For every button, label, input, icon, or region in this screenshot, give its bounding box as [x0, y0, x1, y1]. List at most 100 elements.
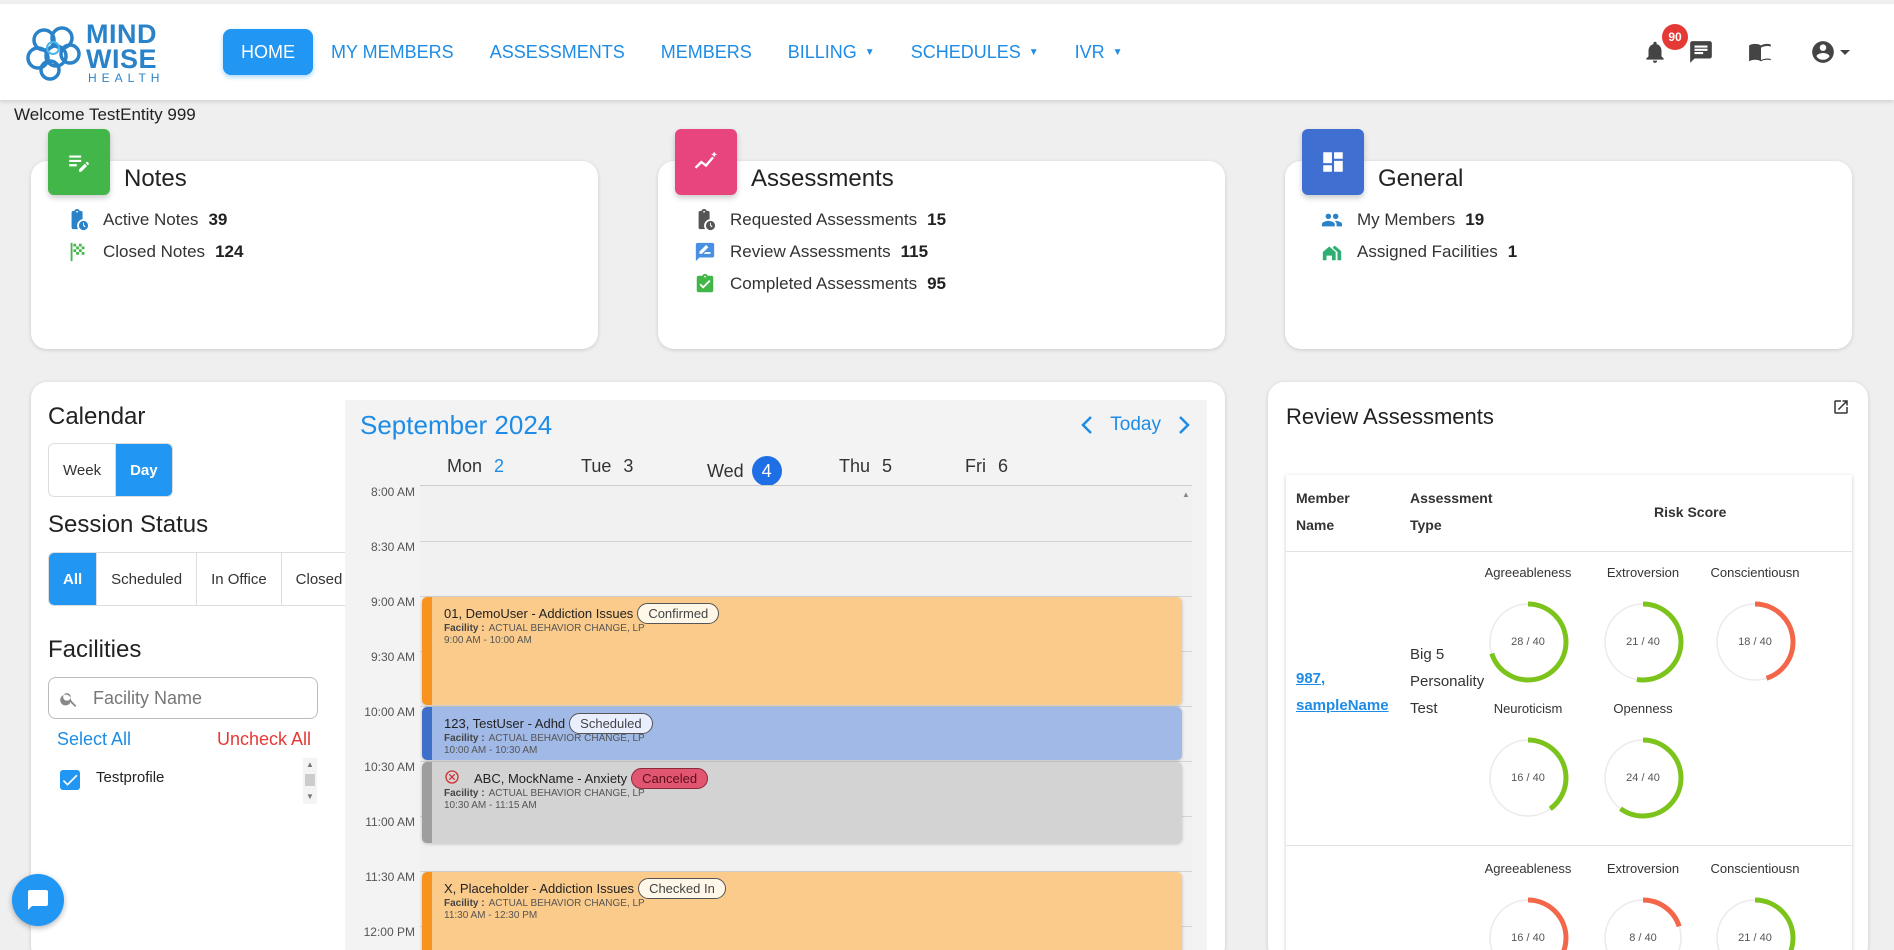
risk-score-gauge[interactable]: 21 / 40	[1598, 597, 1688, 687]
requested-assessments-row[interactable]: Requested Assessments 15	[694, 209, 946, 231]
scroll-thumb[interactable]	[305, 774, 315, 786]
nav-my-members[interactable]: MY MEMBERS	[313, 29, 472, 75]
risk-score-gauge[interactable]: 21 / 40	[1710, 893, 1800, 950]
logo-subtitle: HEALTH	[88, 71, 165, 85]
search-icon	[60, 693, 77, 707]
event-title-row: 123, TestUser - Adhd Scheduled	[444, 713, 653, 734]
completed-assessments-label: Completed Assessments	[730, 274, 918, 293]
facilities-title: Facilities	[48, 636, 142, 663]
view-day-button[interactable]: Day	[116, 444, 172, 496]
live-chat-button[interactable]	[12, 874, 64, 926]
book-guide-icon[interactable]	[1748, 39, 1774, 65]
trait-name: Agreeableness	[1484, 565, 1572, 580]
notes-card: Notes Active Notes 39 Closed Notes 124	[31, 129, 598, 349]
my-members-count: 19	[1465, 210, 1485, 229]
closed-notes-row[interactable]: Closed Notes 124	[67, 241, 243, 263]
risk-score-gauge[interactable]: 8 / 40	[1598, 893, 1688, 950]
calendar-event[interactable]: ABC, MockName - Anxiety Canceled Facility …	[422, 762, 1182, 843]
mindwise-logo[interactable]: MIND WISE HEALTH	[24, 20, 174, 85]
day-number: 6	[998, 456, 1009, 476]
status-all-button[interactable]: All	[49, 553, 98, 605]
event-status-chip: Checked In	[638, 878, 726, 899]
status-scheduled-button[interactable]: Scheduled	[97, 553, 198, 605]
uncheck-all-link[interactable]: Uncheck All	[217, 729, 311, 750]
col-member-name: Member Name	[1296, 490, 1350, 533]
my-members-label: My Members	[1357, 210, 1456, 229]
open-external-icon[interactable]	[1832, 398, 1850, 416]
chat-message-icon[interactable]	[1688, 39, 1714, 65]
calendar-event[interactable]: 123, TestUser - Adhd Scheduled Facility :A…	[422, 707, 1182, 760]
header-divider	[1286, 551, 1852, 552]
time-label: 8:30 AM	[370, 540, 415, 554]
facility-search-input[interactable]: Facility Name	[48, 677, 318, 719]
col-assessment-type: Assessment Type	[1410, 490, 1493, 533]
risk-score-gauge[interactable]: 28 / 40	[1483, 597, 1573, 687]
trait-name: Extroversion	[1606, 565, 1680, 580]
review-assessments-row[interactable]: Review Assessments 115	[694, 241, 928, 263]
view-week-button[interactable]: Week	[49, 444, 117, 496]
member-name-link[interactable]: 987, sampleName	[1296, 665, 1406, 719]
event-facility-label: Facility :	[444, 898, 485, 909]
facility-search-placeholder: Facility Name	[93, 687, 203, 708]
review-assessments-card: Review Assessments Member Name Assessmen…	[1268, 382, 1868, 950]
event-title: 123, TestUser - Adhd	[444, 716, 566, 731]
calendar-card: Calendar Week Day Session Status All Sch…	[31, 382, 1225, 950]
assessments-card: Assessments Requested Assessments 15 Rev…	[658, 129, 1225, 349]
nav-ivr[interactable]: IVR ▼	[1057, 29, 1141, 75]
check-icon	[62, 774, 78, 786]
top-header: MIND WISE HEALTH HOME MY MEMBERS ASSESSMEN…	[0, 4, 1894, 100]
my-members-row[interactable]: My Members 19	[1321, 209, 1484, 231]
logo-line2: WISE	[86, 44, 158, 74]
trending-sparkle-icon	[694, 151, 718, 169]
nav-label: ASSESSMENTS	[489, 41, 625, 62]
welcome-message: Welcome TestEntity 999	[14, 105, 196, 124]
checkered-flag-icon	[70, 242, 85, 262]
active-notes-label: Active Notes	[103, 210, 199, 229]
assigned-facilities-row[interactable]: Assigned Facilities 1	[1321, 241, 1517, 263]
day-header-mon[interactable]: Mon 2	[447, 456, 504, 477]
nav-home[interactable]: HOME	[223, 29, 313, 75]
risk-score-gauge[interactable]: 18 / 40	[1710, 597, 1800, 687]
dashboard-icon	[1323, 152, 1343, 172]
completed-assessments-row[interactable]: Completed Assessments 95	[694, 273, 946, 295]
grid-scroll-up-icon[interactable]: ▲	[1182, 490, 1190, 499]
status-in-office-button[interactable]: In Office	[197, 553, 282, 605]
risk-score-gauge[interactable]: 16 / 40	[1483, 893, 1573, 950]
event-facility-label: Facility :	[444, 733, 485, 744]
general-tile	[1302, 129, 1364, 195]
select-all-link[interactable]: Select All	[57, 729, 131, 750]
nav-members[interactable]: MEMBERS	[643, 29, 770, 75]
review-assessments-count: 115	[900, 242, 929, 261]
account-caret-down-icon[interactable]	[1838, 39, 1852, 65]
day-header-fri[interactable]: Fri 6	[965, 456, 1008, 477]
day-header-tue[interactable]: Tue 3	[581, 456, 633, 477]
facility-checkbox[interactable]	[60, 770, 80, 790]
nav-label: HOME	[241, 41, 295, 62]
completed-assessments-count: 95	[927, 274, 947, 293]
scroll-down-icon: ▼	[306, 792, 314, 801]
event-title-row: 01, DemoUser - Addiction Issues Confirmed	[444, 603, 720, 624]
event-title: ABC, MockName - Anxiety	[474, 771, 628, 786]
risk-score-gauge[interactable]: 16 / 40	[1483, 733, 1573, 823]
nav-billing[interactable]: BILLING ▼	[770, 29, 893, 75]
day-header-thu[interactable]: Thu 5	[839, 456, 892, 477]
calendar-event[interactable]: 01, DemoUser - Addiction Issues Confirmed…	[422, 597, 1182, 705]
account-circle-icon[interactable]	[1810, 39, 1836, 65]
caret-down-icon: ▼	[864, 46, 875, 58]
active-notes-row[interactable]: Active Notes 39	[67, 209, 227, 231]
day-header-wed[interactable]: Wed 4	[707, 456, 782, 486]
calendar-event[interactable]: X, Placeholder - Addiction Issues Checked…	[422, 872, 1182, 950]
event-facility-name: ACTUAL BEHAVIOR CHANGE, LP	[488, 788, 645, 799]
time-label: 11:30 AM	[365, 870, 415, 884]
day-time-grid[interactable]: ▲ 01, DemoUser - Addiction Issues Confirm…	[420, 485, 1192, 950]
nav-assessments[interactable]: ASSESSMENTS	[472, 29, 643, 75]
chevron-right-icon[interactable]	[1177, 415, 1191, 435]
nav-schedules[interactable]: SCHEDULES ▼	[893, 29, 1057, 75]
time-label: 11:00 AM	[365, 815, 415, 829]
event-time: 9:00 AM - 10:00 AM	[444, 635, 532, 646]
risk-score-gauge[interactable]: 24 / 40	[1598, 733, 1688, 823]
facility-list-scrollbar[interactable]: ▲ ▼	[303, 758, 317, 804]
chevron-left-icon[interactable]	[1080, 415, 1094, 435]
requested-assessments-label: Requested Assessments	[730, 210, 918, 229]
today-button[interactable]: Today	[1110, 414, 1161, 436]
